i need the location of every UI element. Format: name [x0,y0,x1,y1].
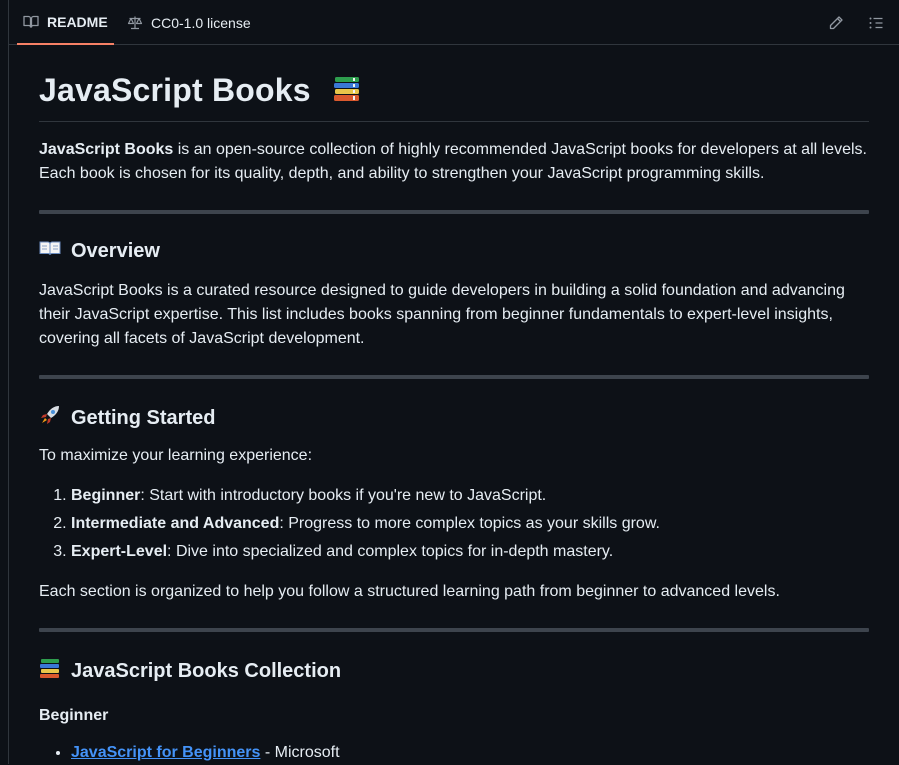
list-item: Expert-Level: Dive into specialized and … [71,540,861,564]
outline-button[interactable] [864,11,888,35]
intro-bold-text: JavaScript Books [39,141,174,158]
books-icon [39,657,61,685]
edit-file-button[interactable] [824,11,848,35]
collection-heading: JavaScript Books Collection [39,657,341,685]
overview-heading-text: Overview [71,239,160,262]
divider [39,628,869,632]
tab-readme[interactable]: README [17,0,114,45]
overview-line-2: their JavaScript expertise. This list in… [39,306,833,323]
overview-paragraph: JavaScript Books is a curated resource d… [39,279,869,351]
scale-icon [127,16,143,29]
step-label: Beginner [71,487,141,504]
tab-readme-label: README [47,13,108,30]
list-item: Intermediate and Advanced: Progress to m… [71,512,861,536]
step-label: Expert-Level [71,543,168,560]
step-text: : Progress to more complex topics as you… [279,515,660,532]
list-item: JavaScript for Beginners - Microsoft [71,741,861,765]
overview-line-1: JavaScript Books is a curated resource d… [39,282,845,299]
beginner-books-list: JavaScript for Beginners - Microsoft [39,741,861,765]
tab-license-label: CC0-1.0 license [151,14,251,31]
step-label: Intermediate and Advanced [71,515,280,532]
book-icon [23,15,39,28]
getting-started-heading: Getting Started [39,404,215,432]
overview-heading: Overview [39,239,160,263]
readme-tab-bar: README CC0-1.0 license [9,0,899,45]
readme-panel: README CC0-1.0 license JavaScript Books [8,0,899,764]
intro-line-1: is an open-source collection of highly r… [173,141,867,158]
divider [39,210,869,214]
learning-steps-list: Beginner: Start with introductory books … [39,484,861,568]
book-link[interactable]: JavaScript for Beginners [71,744,260,761]
intro-line-2: Each book is chosen for its quality, dep… [39,165,765,182]
overview-line-3: covering all facets of JavaScript develo… [39,330,365,347]
intro-paragraph: JavaScript Books is an open-source colle… [39,138,869,186]
step-text: : Dive into specialized and complex topi… [167,543,614,560]
page-title: JavaScript Books [39,72,869,122]
books-icon [332,74,362,112]
getting-started-intro: To maximize your learning experience: [39,447,313,464]
tab-license[interactable]: CC0-1.0 license [123,0,255,45]
divider [39,375,869,379]
list-item: Beginner: Start with introductory books … [71,484,861,508]
getting-started-outro: Each section is organized to help you fo… [39,583,780,600]
pencil-icon [829,16,843,30]
collection-heading-text: JavaScript Books Collection [71,659,342,682]
list-icon [869,17,883,29]
getting-started-heading-text: Getting Started [71,406,216,429]
open-book-icon [39,239,61,263]
page-title-text: JavaScript Books [39,72,311,108]
book-author: - Microsoft [260,744,340,761]
beginner-subheading: Beginner [39,707,109,724]
rocket-icon [39,404,61,432]
step-text: : Start with introductory books if you'r… [140,487,547,504]
